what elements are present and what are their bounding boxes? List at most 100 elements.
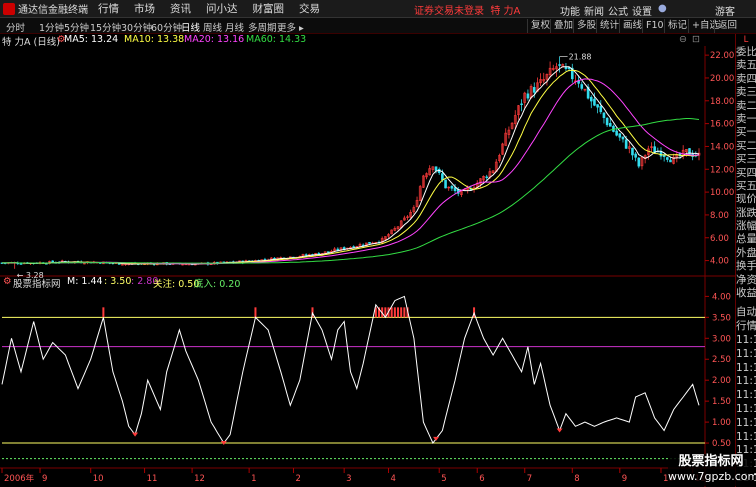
- bottom-signal-arrow: [556, 428, 563, 433]
- date-label: 3: [346, 474, 351, 484]
- period-30min[interactable]: 30分钟: [121, 20, 152, 34]
- panel-field-11: 现价: [736, 193, 756, 206]
- menu-gongneng[interactable]: 功能: [560, 3, 580, 18]
- period-toolbar: 分时 1分钟 5分钟 15分钟 30分钟 60分钟 日线 周线 月线 多周期 更…: [0, 18, 756, 34]
- panel-time-7: 11:1: [736, 430, 756, 443]
- login-notice[interactable]: 证券交易未登录 特 力A: [414, 2, 520, 17]
- indicator-watch: 关注: 0.50: [153, 279, 200, 290]
- panel-field-10: 买五: [736, 179, 756, 192]
- indicator-axis-label: 1.00: [712, 418, 731, 428]
- indicator-axis-label: 3.00: [712, 334, 731, 344]
- date-label: 4: [391, 474, 396, 484]
- high-label: 21.88: [569, 53, 592, 62]
- signal-bar: [397, 307, 400, 318]
- date-label: 9: [42, 474, 47, 484]
- period-5min[interactable]: 5分钟: [64, 20, 89, 34]
- tool-biaoji[interactable]: 标记: [664, 19, 690, 33]
- ma-info-line: 特 力A (日线) ⚙ MA5: 13.24 MA10: 13.38 MA20:…: [0, 34, 705, 48]
- candle-body: [580, 84, 584, 89]
- indicator-axis-label: 2.00: [712, 376, 731, 386]
- candle-body: [19, 263, 23, 265]
- price-axis-label: 18.00: [710, 97, 734, 107]
- watermark-title: 股票指标网: [678, 454, 744, 469]
- panel-time-0: 11:1: [736, 334, 756, 347]
- candle-body: [688, 148, 691, 156]
- signal-bar: [102, 307, 105, 318]
- period-1min[interactable]: 1分钟: [39, 20, 64, 34]
- menu-wenxiaoda[interactable]: 问小达: [206, 1, 238, 16]
- menubar: 通达信金融终端 行情 市场 资讯 问小达 财富圈 交易 证券交易未登录 特 力A…: [0, 0, 756, 18]
- panel-time-5: 11:1: [736, 403, 756, 415]
- menu-shezhi[interactable]: 设置: [632, 3, 652, 18]
- price-axis-label: 22.00: [710, 51, 734, 61]
- candle-body: [327, 251, 330, 253]
- ma20-line: [2, 78, 700, 265]
- price-axis-label: 20.00: [710, 74, 734, 84]
- candle-body: [631, 147, 634, 156]
- candle-body: [621, 136, 625, 140]
- price-axis-label: 14.00: [710, 142, 734, 152]
- period-15min[interactable]: 15分钟: [90, 20, 121, 34]
- menu-zixun[interactable]: 资讯: [170, 1, 191, 16]
- indicator-axis-label: 3.50: [712, 313, 731, 323]
- candle-body: [532, 87, 536, 93]
- menu-shichang[interactable]: 市场: [134, 1, 155, 16]
- candle-body: [605, 117, 609, 126]
- indicator-v1: : 3.50: [104, 276, 132, 287]
- panel-field-8: 买三: [736, 153, 756, 166]
- signal-bar: [254, 307, 257, 318]
- candle-body: [441, 173, 444, 181]
- panel-field-16: 换手: [736, 260, 756, 273]
- period-fenshi[interactable]: 分时: [6, 20, 25, 34]
- period-60min[interactable]: 60分钟: [151, 20, 182, 34]
- menu-xinwen[interactable]: 新闻: [584, 3, 604, 18]
- panel-field-12: 涨跌: [736, 206, 756, 219]
- candle-body: [453, 187, 457, 192]
- candle-body: [485, 176, 489, 178]
- candle-body: [634, 153, 637, 158]
- candle-body: [450, 185, 454, 189]
- expand-icon[interactable]: ⊡: [692, 34, 700, 45]
- price-axis-label: 10.00: [710, 188, 734, 198]
- panel-field-2: 卖四: [736, 72, 756, 85]
- menu-jiaoyi[interactable]: 交易: [299, 1, 320, 16]
- panel-field-3: 卖三: [736, 86, 756, 99]
- period-more[interactable]: 更多 ▸: [277, 20, 304, 34]
- indicator-m-line: [1, 295, 700, 444]
- tool-f10[interactable]: F10: [642, 19, 667, 33]
- indicator-settings-icon[interactable]: ⚙: [3, 276, 12, 287]
- menu-caifuquan[interactable]: 财富圈: [253, 1, 285, 16]
- indicator-axis-label: 2.50: [712, 355, 731, 365]
- panel-time-3: 11:1: [736, 375, 756, 388]
- candle-body: [520, 103, 523, 105]
- tool-fanhui[interactable]: 返回: [714, 19, 740, 33]
- period-week[interactable]: 周线: [203, 20, 222, 34]
- period-multi[interactable]: 多周期: [248, 20, 277, 34]
- signal-bar: [403, 307, 406, 318]
- panel-field-4: 卖二: [736, 99, 756, 112]
- date-label: 6: [479, 474, 484, 484]
- panel-field-14: 总量: [736, 233, 756, 246]
- panel-field-6: 买一: [736, 126, 756, 139]
- indicator-buy: 底入: 0.20: [194, 279, 241, 290]
- panel-auto-1[interactable]: 行情: [736, 320, 756, 334]
- ma5-line: [2, 66, 700, 265]
- zoom-out-icon[interactable]: ⊖: [679, 34, 687, 45]
- date-label: 8: [574, 474, 579, 484]
- indicator-axis-label: 0.50: [712, 439, 731, 449]
- date-label: 11: [147, 474, 158, 484]
- candle-body: [304, 254, 308, 256]
- panel-time-4: 11:1: [736, 389, 756, 402]
- signal-bar: [390, 307, 393, 318]
- kline-chart[interactable]: 22.0020.0018.0016.0014.0012.0010.008.006…: [0, 46, 735, 487]
- indicator-name: 股票指标网: [13, 279, 61, 290]
- date-label: 1: [251, 474, 256, 484]
- period-day[interactable]: 日线: [181, 20, 200, 34]
- period-month[interactable]: 月线: [225, 20, 244, 34]
- panel-auto-0[interactable]: 自动: [736, 306, 756, 320]
- user-name[interactable]: 游客: [715, 3, 735, 18]
- candle-body: [602, 112, 606, 118]
- ma20-label: MA20: 13.16: [184, 34, 245, 45]
- menu-hangqing[interactable]: 行情: [98, 1, 119, 16]
- menu-gongshi[interactable]: 公式: [608, 3, 628, 18]
